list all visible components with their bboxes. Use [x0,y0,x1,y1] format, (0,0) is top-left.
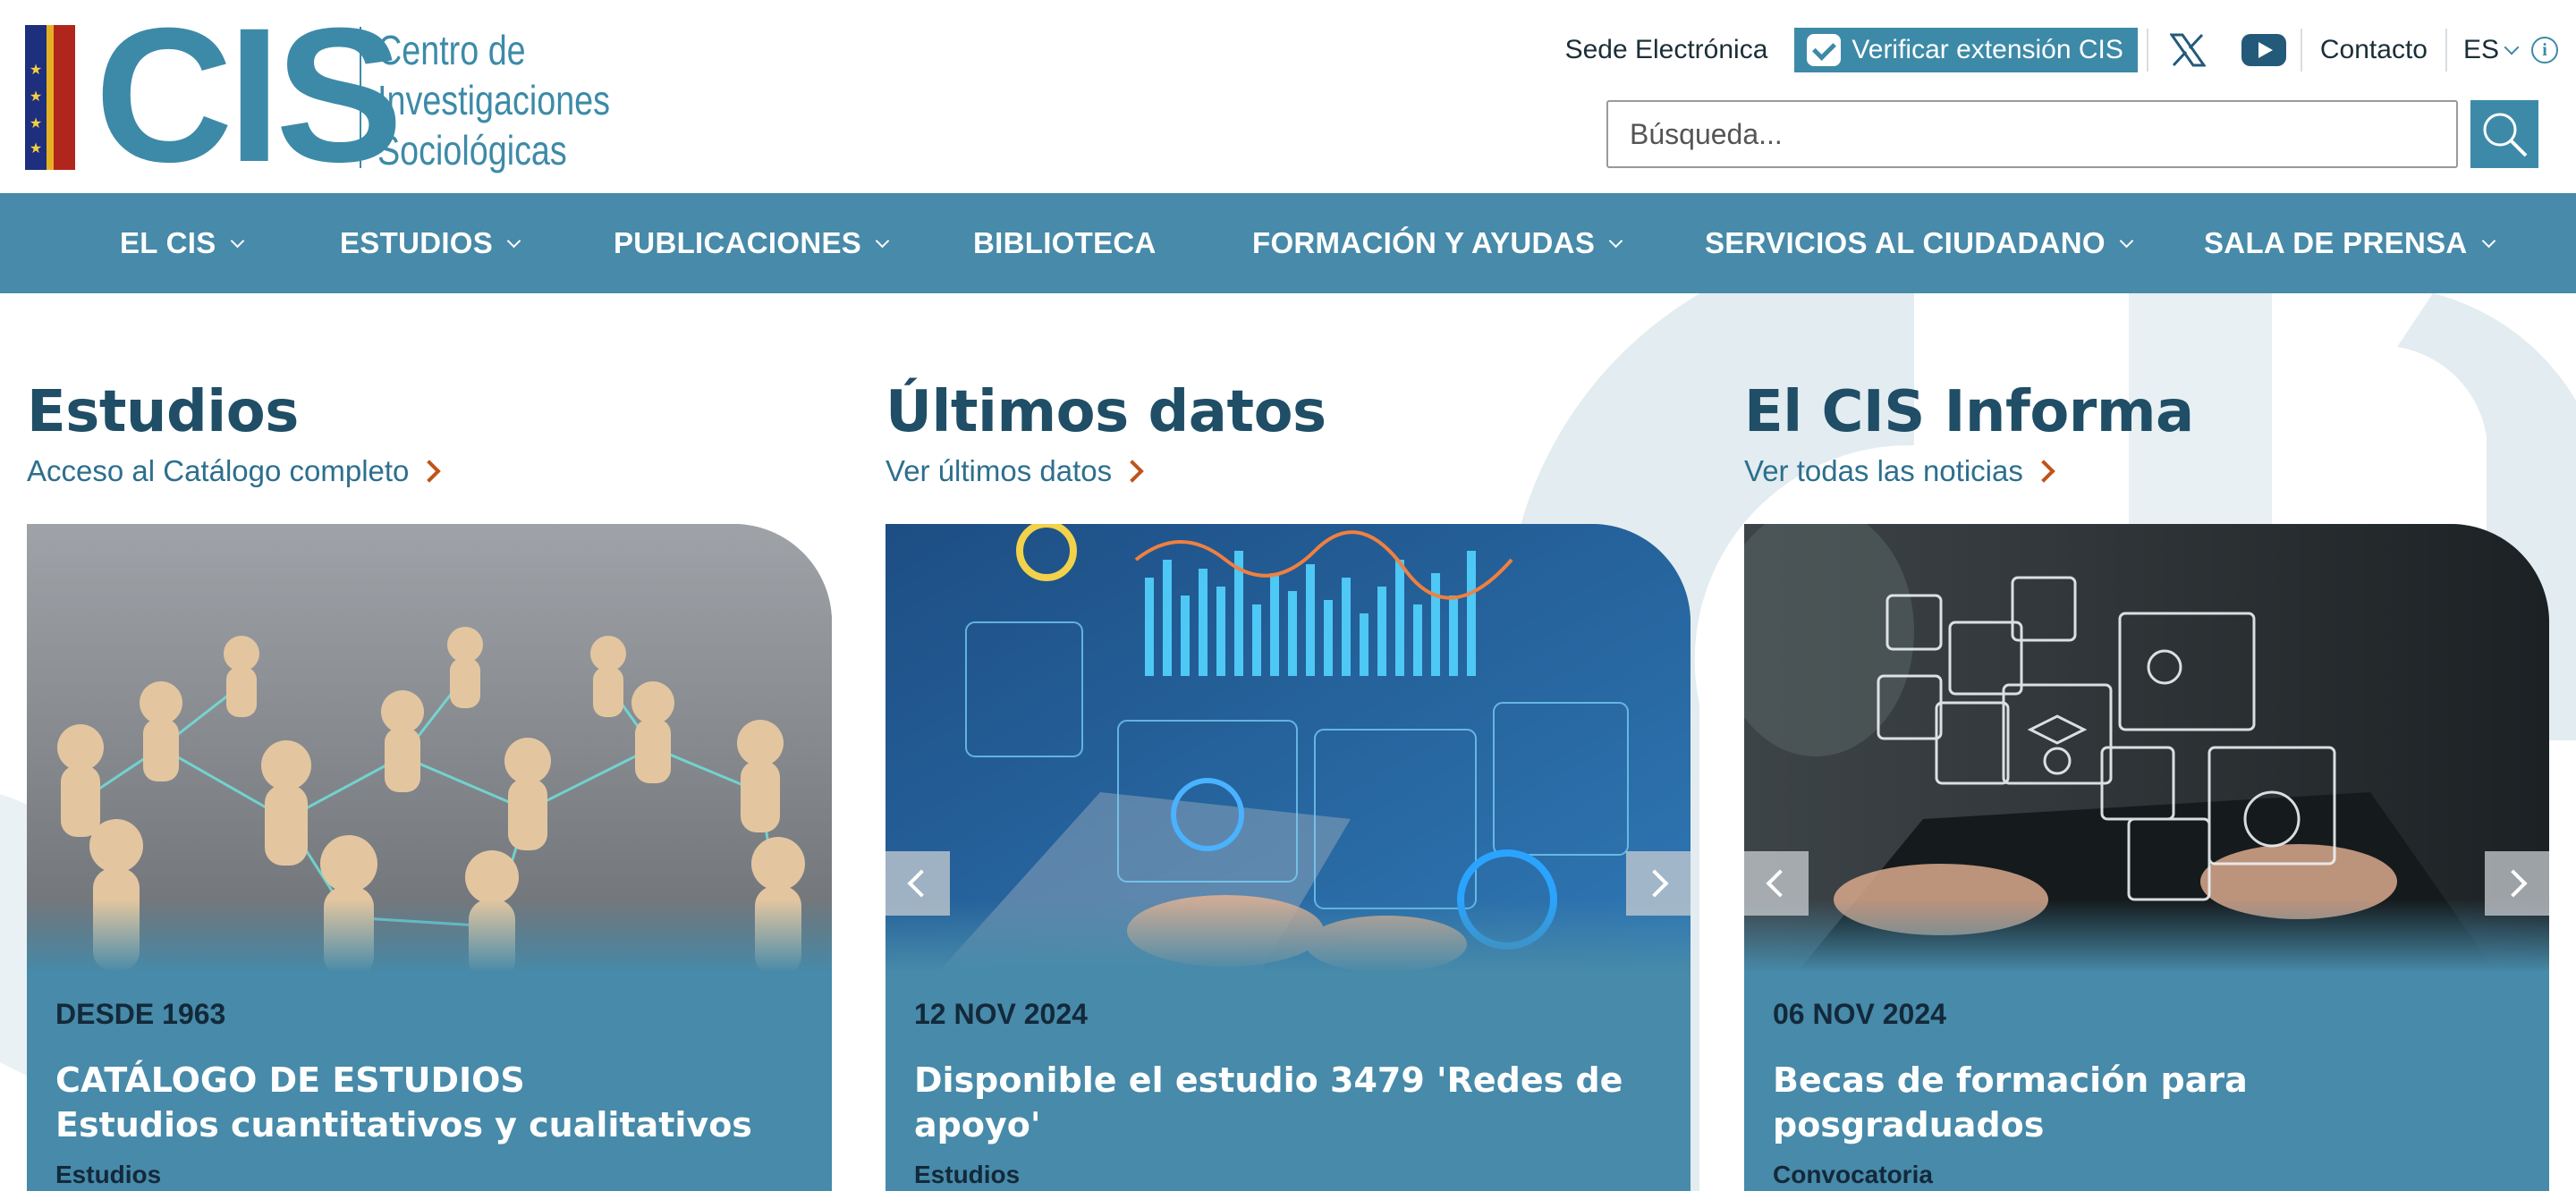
card-image-fade [1744,900,2549,973]
sede-electronica-link[interactable]: Sede Electrónica [1547,35,1786,65]
latest-data-link[interactable]: Ver últimos datos [886,454,1144,488]
nav-item-formacion[interactable]: FORMACIÓN Y AYUDAS [1252,193,1623,293]
verify-extension-button[interactable]: Verificar extensión CIS [1794,28,2138,72]
card-image-fade [886,900,1690,973]
nav-item-label: PUBLICACIONES [614,226,862,259]
nav-item-sala-de-prensa[interactable]: SALA DE PRENSA [2204,193,2496,293]
link-label: Ver últimos datos [886,454,1113,487]
carousel-next-button[interactable] [2485,851,2549,916]
logo-wordmark: CIS [95,0,403,202]
card-subheading: Estudios cuantitativos y cualitativos [55,1105,752,1145]
divider [2146,29,2148,72]
card-date: DESDE 1963 [55,998,226,1030]
language-label: ES [2462,35,2499,64]
carousel-next-button[interactable] [1626,851,1690,916]
nav-item-publicaciones[interactable]: PUBLICACIONES [614,193,890,293]
logo-divider [360,27,361,168]
card-body: DESDE 1963 CATÁLOGO DE ESTUDIOS Estudios… [55,998,807,1147]
verify-extension-label: Verificar extensión CIS [1852,35,2123,64]
nav-item-label: BIBLIOTECA [973,226,1157,259]
chevron-right-icon [2499,869,2528,898]
chevron-right-icon [2032,460,2055,483]
chevron-down-icon [230,233,244,248]
certificate-check-icon [1807,34,1842,66]
search-button[interactable] [2470,100,2538,168]
card-image-fade [27,900,832,973]
main-navigation: EL CIS ESTUDIOS PUBLICACIONES BIBLIOTECA… [0,193,2576,293]
top-links: Sede Electrónica Verificar extensión CIS… [1547,27,2558,73]
section-title: Estudios [27,379,299,445]
search-input[interactable] [1606,100,2458,168]
chevron-down-icon [1608,233,1623,248]
chevron-down-icon [2504,39,2520,55]
nav-item-el-cis[interactable]: EL CIS [120,193,244,293]
card-body: 06 NOV 2024 Becas de formación para posg… [1773,998,2524,1147]
nav-item-biblioteca[interactable]: BIBLIOTECA [973,193,1157,293]
nav-item-servicios[interactable]: SERVICIOS AL CIUDADANO [1705,193,2134,293]
chevron-right-icon [1121,460,1144,483]
card-date: 06 NOV 2024 [1773,998,1946,1030]
nav-item-label: ESTUDIOS [340,226,494,259]
card-heading[interactable]: Becas de formación para posgraduados [1773,1058,2524,1147]
youtube-icon[interactable] [2241,34,2286,66]
contact-link[interactable]: Contacto [2302,35,2445,65]
info-icon[interactable]: i [2531,37,2558,63]
card-category: Convocatoria [1773,1161,1933,1188]
chevron-down-icon [2119,233,2134,248]
carousel-prev-button[interactable] [886,851,950,916]
catalog-link[interactable]: Acceso al Catálogo completo [27,454,442,488]
link-label: Acceso al Catálogo completo [27,454,410,487]
carousel-prev-button[interactable] [1744,851,1809,916]
cis-logo[interactable]: ★ ★ ★ ★ CIS Centro de Investigaciones So… [25,0,610,191]
section-title: El CIS Informa [1744,379,2194,445]
nav-item-label: EL CIS [120,226,216,259]
spain-flag-icon: ★ ★ ★ ★ [25,25,75,170]
logo-subtitle-line: Investigaciones [377,77,611,123]
latest-data-card[interactable]: 12 NOV 2024 Disponible el estudio 3479 '… [886,524,1690,1191]
card-heading[interactable]: Disponible el estudio 3479 'Redes de apo… [914,1058,1665,1147]
all-news-link[interactable]: Ver todas las noticias [1744,454,2055,488]
nav-item-label: SALA DE PRENSA [2204,226,2468,259]
section-estudios: Estudios Acceso al Catálogo completo DES… [27,293,832,1191]
card-heading[interactable]: CATÁLOGO DE ESTUDIOS [55,1058,807,1102]
chevron-down-icon [2481,233,2496,248]
logo-subtitle-line: Centro de [377,27,526,73]
nav-item-label: FORMACIÓN Y AYUDAS [1252,226,1596,259]
card-category: Estudios [55,1161,162,1188]
logo-subtitle-line: Sociológicas [377,127,567,173]
card-date: 12 NOV 2024 [914,998,1088,1030]
site-header: ★ ★ ★ ★ CIS Centro de Investigaciones So… [0,0,2576,193]
link-label: Ver todas las noticias [1744,454,2023,487]
study-card[interactable]: DESDE 1963 CATÁLOGO DE ESTUDIOS Estudios… [27,524,832,1191]
nav-item-label: SERVICIOS AL CIUDADANO [1705,226,2106,259]
card-category: Estudios [914,1161,1021,1188]
card-body: 12 NOV 2024 Disponible el estudio 3479 '… [914,998,1665,1147]
news-card[interactable]: 06 NOV 2024 Becas de formación para posg… [1744,524,2549,1191]
search-icon [2483,113,2528,157]
x-twitter-icon[interactable] [2161,27,2215,73]
chevron-right-icon [1640,869,1669,898]
chevron-down-icon [506,233,521,248]
logo-subtitle: Centro de Investigaciones Sociológicas [377,25,610,175]
nav-item-estudios[interactable]: ESTUDIOS [340,193,521,293]
chevron-right-icon [418,460,442,483]
section-title: Últimos datos [886,379,1326,445]
chevron-left-icon [1766,869,1794,898]
chevron-left-icon [907,869,936,898]
section-ultimos-datos: Últimos datos Ver últimos datos 12 NOV 2… [886,293,1690,1191]
chevron-down-icon [875,233,890,248]
language-selector[interactable]: ES [2447,35,2524,65]
section-el-cis-informa: El CIS Informa Ver todas las noticias 06… [1744,293,2549,1191]
